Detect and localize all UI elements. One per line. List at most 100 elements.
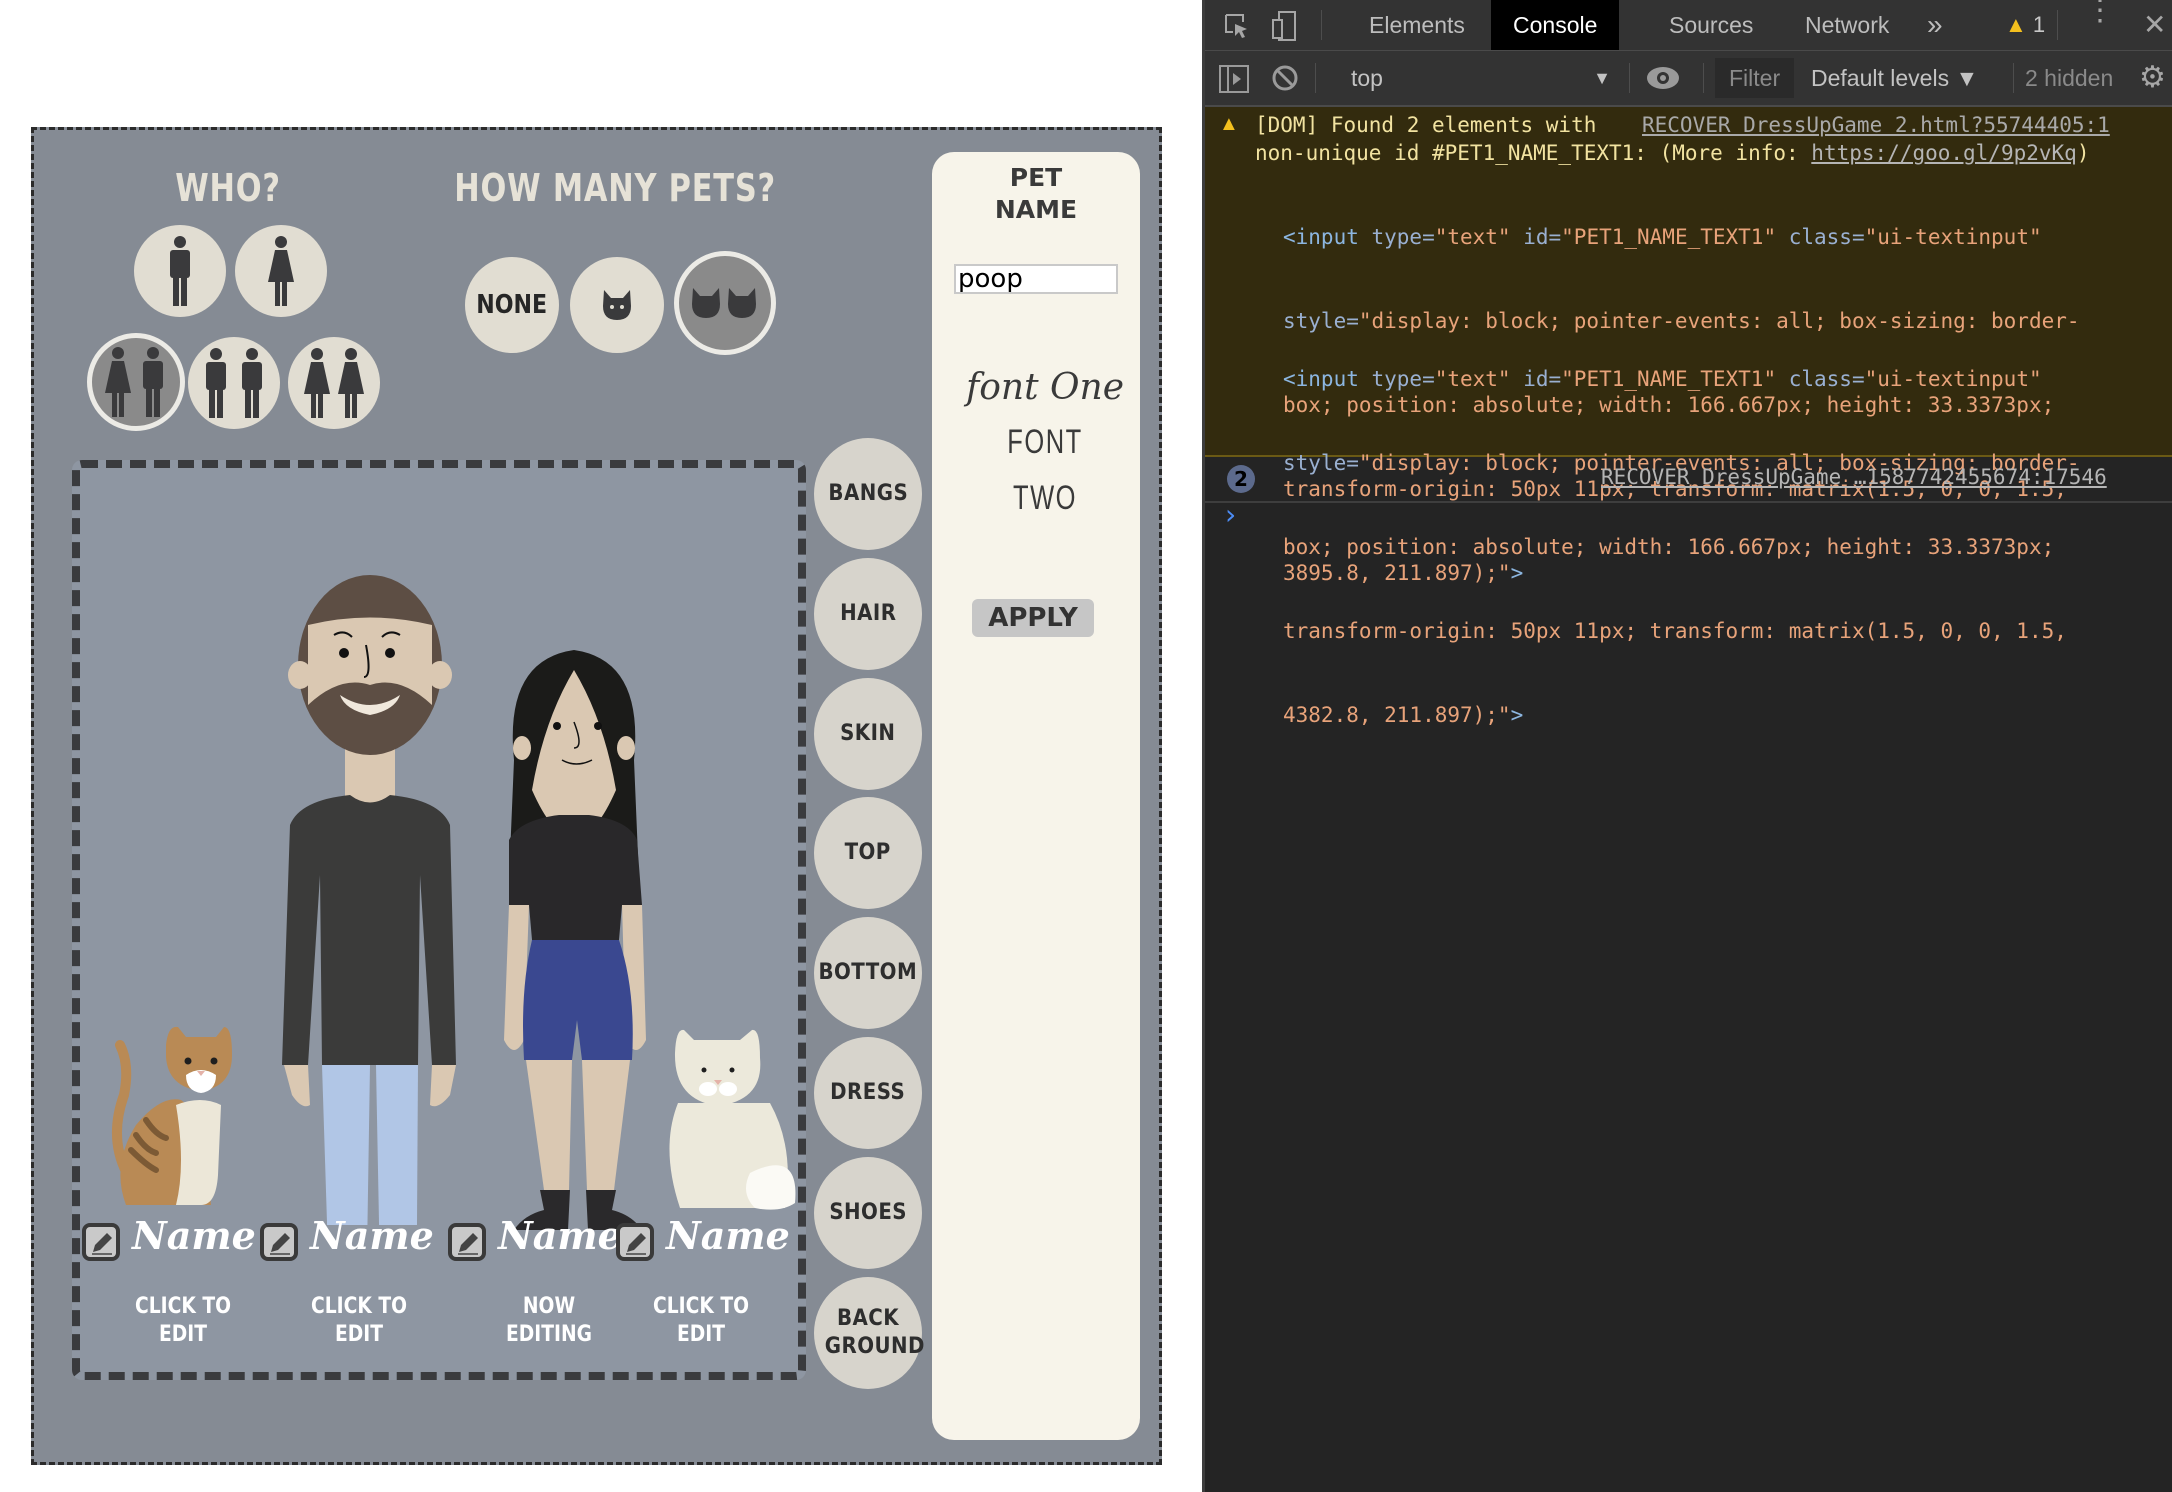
category-bangs-button[interactable]: BANGS	[814, 438, 922, 550]
two-cats-icon	[692, 288, 756, 318]
divider	[1321, 10, 1322, 40]
divider	[1315, 63, 1316, 93]
tab-sources[interactable]: Sources	[1647, 0, 1775, 50]
category-hair-button[interactable]: HAIR	[814, 558, 922, 670]
inspect-element-icon[interactable]	[1223, 12, 1251, 40]
kebab-menu-icon[interactable]: ⋮	[2085, 0, 2115, 26]
one-cat-icon	[603, 290, 631, 320]
category-label: TOP	[844, 840, 892, 865]
devtools-tab-bar: Elements Console Sources Network » ▲ 1 ⋮…	[1205, 0, 2172, 51]
warning-text-line1: [DOM] Found 2 elements with	[1255, 113, 1597, 137]
code-token: id=	[1510, 225, 1562, 249]
warnings-counter[interactable]: ▲ 1	[2005, 0, 2045, 50]
title-line: PET	[1009, 163, 1063, 192]
title-line: NAME	[994, 195, 1078, 224]
pets-heading: HOW MANY PETS?	[454, 166, 776, 210]
close-devtools-icon[interactable]: ✕	[2143, 0, 2166, 50]
pet-name-input[interactable]	[954, 264, 1118, 294]
who-option-two-women[interactable]	[288, 337, 380, 429]
divider	[2013, 63, 2014, 93]
divider	[1703, 63, 1704, 93]
woman-character[interactable]	[474, 640, 674, 1230]
console-prompt[interactable]: ›	[1225, 498, 1236, 531]
category-label: BANGS	[828, 481, 908, 506]
element-2-html[interactable]: <input type="text" id="PET1_NAME_TEXT1" …	[1283, 309, 2080, 785]
repeat-source-link[interactable]: RECOVER DressUpGame …1587742455674:17546	[1601, 463, 2107, 491]
slot-3-status: NOW EDITING	[477, 1293, 622, 1349]
who-option-man[interactable]	[134, 225, 226, 317]
code-token: "text"	[1434, 225, 1511, 249]
code-token: >	[1510, 703, 1524, 727]
category-background-button[interactable]: BACK GROUND	[814, 1277, 925, 1389]
warning-icon: ▲	[2005, 12, 2027, 37]
edit-pencil-button[interactable]	[260, 1223, 298, 1261]
pencil-icon	[92, 1233, 112, 1255]
tab-console[interactable]: Console	[1491, 0, 1620, 50]
category-label: SKIN	[840, 721, 896, 746]
who-heading: WHO?	[175, 166, 281, 210]
category-top-button[interactable]: TOP	[814, 797, 922, 909]
code-token: <input	[1283, 367, 1359, 391]
who-option-woman-man[interactable]	[87, 333, 185, 431]
tab-network[interactable]: Network	[1783, 0, 1911, 50]
category-shoes-button[interactable]: SHOES	[814, 1157, 922, 1269]
pencil-icon	[270, 1233, 290, 1255]
font-two-option[interactable]: FONT TWO	[983, 414, 1108, 517]
who-option-woman[interactable]	[235, 225, 327, 317]
clear-console-icon[interactable]	[1271, 64, 1299, 92]
console-settings-gear-icon[interactable]: ⚙	[2139, 51, 2166, 105]
dropdown-arrow-icon: ▼	[1593, 68, 1611, 88]
apply-button[interactable]: APPLY	[972, 599, 1094, 637]
repeat-count-badge: 2	[1227, 465, 1255, 493]
warning-text: non-unique id #PET1_NAME_TEXT1: (More in…	[1255, 141, 1812, 165]
console-filter-input[interactable]: Filter	[1715, 58, 1795, 98]
slot-name-label: Name	[498, 1213, 622, 1258]
category-label: BACK GROUND	[824, 1306, 925, 1359]
man-icon	[170, 236, 190, 306]
code-token: type=	[1358, 225, 1435, 249]
white-cat-pet[interactable]	[660, 1028, 810, 1213]
hidden-messages-count: 2 hidden	[2025, 65, 2114, 91]
code-token: 4382.8, 211.897);"	[1283, 703, 1511, 727]
pet-name-title: PET NAME	[932, 162, 1140, 226]
tab-elements[interactable]: Elements	[1347, 0, 1487, 50]
status-line: CLICK TO	[653, 1294, 749, 1319]
code-token: "ui-textinput"	[1864, 225, 2042, 249]
slot-name-label: Name	[666, 1213, 790, 1258]
divider	[2057, 10, 2058, 40]
category-skin-button[interactable]: SKIN	[814, 678, 922, 790]
pets-option-two[interactable]	[674, 251, 776, 355]
edit-pencil-button[interactable]	[448, 1223, 486, 1261]
tabby-cat-pet[interactable]	[106, 1025, 266, 1210]
live-expression-eye-icon[interactable]	[1645, 65, 1681, 91]
context-selector[interactable]: top ▼	[1351, 51, 1611, 105]
status-line: EDIT	[676, 1322, 725, 1347]
code-token: class=	[1776, 225, 1865, 249]
context-value: top	[1351, 65, 1383, 91]
slot-2-status: CLICK TO EDIT	[287, 1293, 432, 1349]
device-toolbar-icon[interactable]	[1271, 10, 1299, 42]
more-tabs-button[interactable]: »	[1905, 0, 1965, 50]
code-token: "PET1_NAME_TEXT1"	[1561, 225, 1777, 249]
category-bottom-button[interactable]: BOTTOM	[814, 917, 922, 1029]
category-dress-button[interactable]: DRESS	[814, 1037, 922, 1149]
pets-option-none[interactable]: NONE	[465, 257, 559, 353]
two-men-icon	[206, 348, 262, 418]
edit-pencil-button[interactable]	[82, 1223, 120, 1261]
none-label: NONE	[476, 290, 548, 320]
log-levels-dropdown[interactable]: Default levels ▼	[1811, 51, 1978, 105]
who-option-two-men[interactable]	[188, 337, 280, 429]
man-character[interactable]	[260, 565, 480, 1225]
status-line: EDIT	[334, 1322, 383, 1347]
console-warning-message: ▲ [DOM] Found 2 elements with RECOVER Dr…	[1205, 107, 2172, 727]
warning-source-link[interactable]: RECOVER DressUpGame 2.html?55744405:1	[1642, 111, 2110, 139]
code-token: "PET1_NAME_TEXT1"	[1561, 367, 1777, 391]
sidebar-toggle-icon[interactable]	[1219, 65, 1249, 93]
font-one-option[interactable]: font One	[962, 360, 1128, 416]
two-women-icon	[304, 348, 364, 418]
pets-option-one[interactable]	[570, 257, 664, 353]
woman-icon	[268, 236, 294, 306]
edit-pencil-button[interactable]	[616, 1223, 654, 1261]
more-info-link[interactable]: https://goo.gl/9p2vKq	[1811, 141, 2077, 165]
warning-text: )	[2076, 141, 2090, 165]
